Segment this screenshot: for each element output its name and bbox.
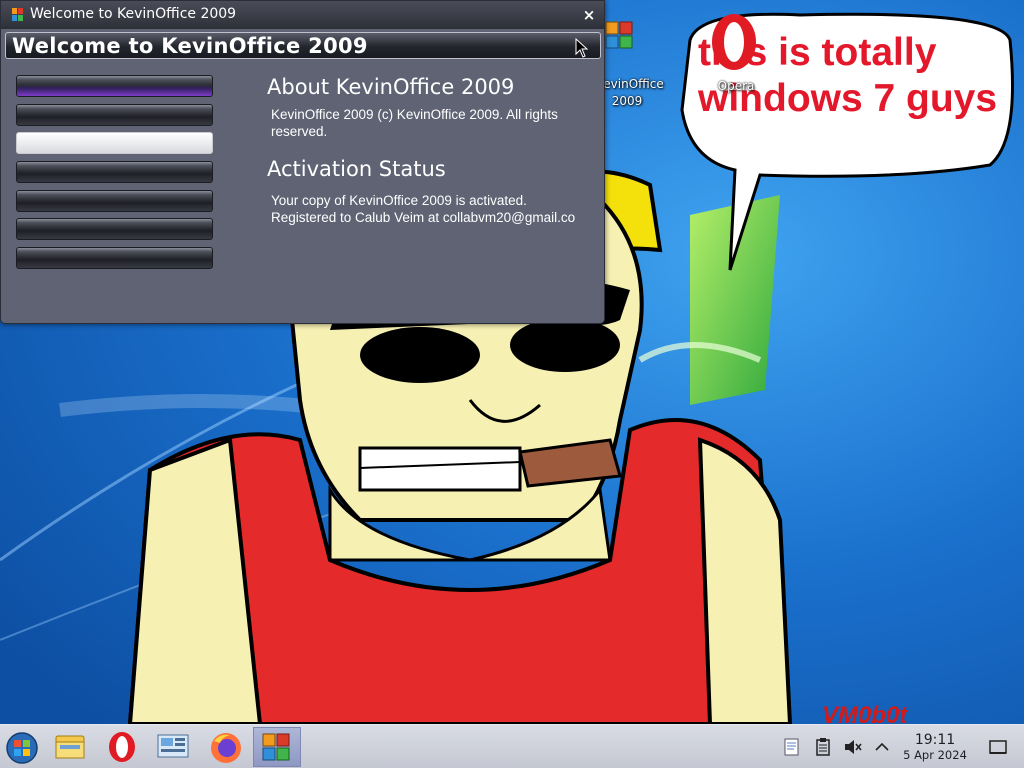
taskbar-firefox[interactable] xyxy=(202,727,250,767)
taskbar xyxy=(0,724,1024,768)
about-text: KevinOffice 2009 (c) KevinOffice 2009. A… xyxy=(271,106,603,140)
firefox-icon xyxy=(211,733,241,763)
activation-text: Your copy of KevinOffice 2009 is activat… xyxy=(271,192,603,226)
sidebar-button-3[interactable] xyxy=(16,132,213,154)
about-text-line1: KevinOffice 2009 (c) KevinOffice 2009. A… xyxy=(271,107,558,122)
clock-time[interactable]: 19:11 xyxy=(912,732,958,748)
opera-icon xyxy=(109,732,135,762)
about-heading: About KevinOffice 2009 xyxy=(267,75,515,99)
desktop-icon-label-line1: KevinOffice xyxy=(596,77,664,91)
window-titlebar[interactable]: Welcome to KevinOffice 2009 × xyxy=(1,1,604,29)
clipboard-icon[interactable] xyxy=(813,737,833,757)
activation-heading: Activation Status xyxy=(267,157,446,181)
sidebar-button-7[interactable] xyxy=(16,247,213,269)
welcome-header: Welcome to KevinOffice 2009 xyxy=(5,32,601,59)
show-desktop-icon[interactable] xyxy=(988,737,1008,757)
close-button[interactable]: × xyxy=(579,5,599,25)
activation-text-line1: Your copy of KevinOffice 2009 is activat… xyxy=(271,193,527,208)
sidebar-button-6[interactable] xyxy=(16,218,213,240)
taskbar-kevinoffice[interactable] xyxy=(253,727,301,767)
welcome-window: Welcome to KevinOffice 2009 × Welcome to… xyxy=(0,0,605,324)
activation-text-line2: Registered to Calub Veim at collabvm20@g… xyxy=(271,210,576,225)
desktop-icon-label: Opera xyxy=(717,79,755,93)
taskbar-control-panel[interactable] xyxy=(150,727,198,767)
opera-icon xyxy=(712,14,756,70)
kevinoffice-icon xyxy=(12,8,23,21)
volume-muted-icon[interactable] xyxy=(843,737,863,757)
window-title: Welcome to KevinOffice 2009 xyxy=(30,6,237,22)
sidebar-button-5[interactable] xyxy=(16,190,213,212)
sidebar-button-1[interactable] xyxy=(16,75,213,97)
about-text-line2: reserved. xyxy=(271,124,328,139)
file-explorer-icon xyxy=(55,735,85,759)
office-icon xyxy=(605,21,633,49)
taskbar-file-explorer[interactable] xyxy=(48,727,96,767)
taskbar-opera[interactable] xyxy=(100,727,148,767)
sidebar-button-2[interactable] xyxy=(16,104,213,126)
clock-date[interactable]: 5 Apr 2024 xyxy=(898,748,972,762)
start-button[interactable] xyxy=(0,727,48,767)
mouse-cursor-icon xyxy=(575,38,589,58)
start-orb-icon xyxy=(6,732,38,764)
kevinoffice-icon xyxy=(262,733,290,761)
welcome-header-text: Welcome to KevinOffice 2009 xyxy=(12,34,368,58)
control-panel-icon xyxy=(157,734,189,758)
sidebar-button-4[interactable] xyxy=(16,161,213,183)
notes-icon[interactable] xyxy=(782,737,802,757)
desktop-icon-label-line2: 2009 xyxy=(611,94,643,108)
chevron-up-icon[interactable] xyxy=(872,737,892,757)
